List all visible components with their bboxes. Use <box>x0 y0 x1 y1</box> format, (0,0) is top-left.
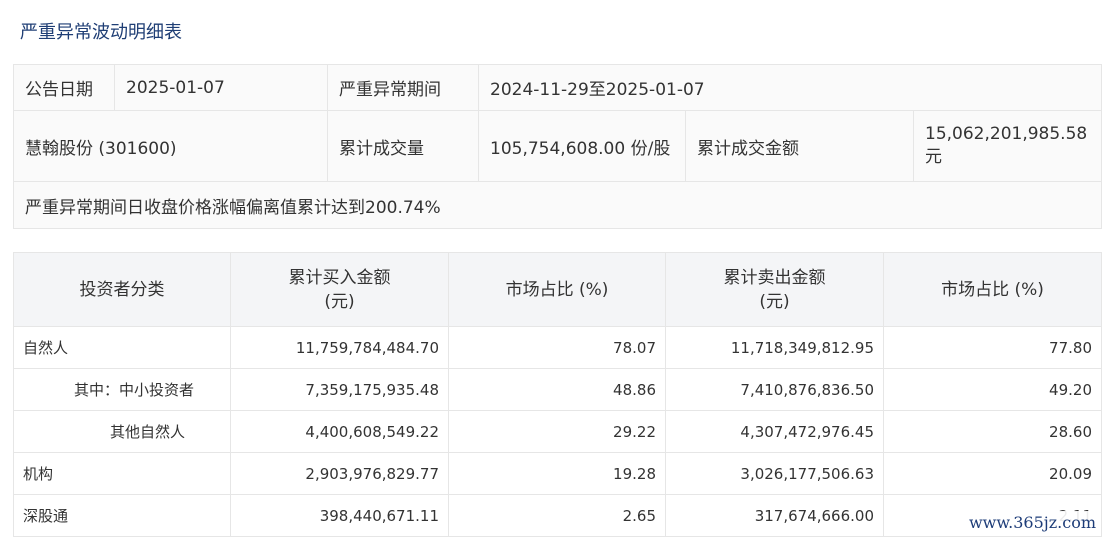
investor-type: 深股通 <box>13 494 231 537</box>
header-buy-amount: 累计买入金额 (元) <box>230 252 449 327</box>
investor-type: 机构 <box>13 452 231 495</box>
amount-value: 15,062,201,985.58 元 <box>913 110 1102 182</box>
page-title: 严重异常波动明细表 <box>20 22 182 43</box>
header-investor-type: 投资者分类 <box>13 252 231 327</box>
site-watermark: www.365jz.com <box>964 511 1100 534</box>
buy-amount: 7,359,175,935.48 <box>230 368 449 411</box>
detail-table: 投资者分类 累计买入金额 (元) 市场占比 (%) 累计卖出金额 (元) 市场占… <box>13 252 1102 537</box>
buy-share: 19.28 <box>448 452 666 495</box>
sell-amount: 3,026,177,506.63 <box>665 452 884 495</box>
amount-label: 累计成交金额 <box>685 110 914 182</box>
header-sell-share: 市场占比 (%) <box>883 252 1102 327</box>
investor-type: 其他自然人 <box>13 410 231 453</box>
detail-header-row: 投资者分类 累计买入金额 (元) 市场占比 (%) 累计卖出金额 (元) 市场占… <box>13 252 1102 327</box>
table-row: 深股通 398,440,671.11 2.65 317,674,666.00 2… <box>13 494 1102 537</box>
summary-table: 公告日期 2025-01-07 严重异常期间 2024-11-29至2025-0… <box>13 64 1102 229</box>
buy-share: 29.22 <box>448 410 666 453</box>
header-sell-amount: 累计卖出金额 (元) <box>665 252 884 327</box>
announce-date-label: 公告日期 <box>13 64 115 111</box>
table-row: 机构 2,903,976,829.77 19.28 3,026,177,506.… <box>13 452 1102 495</box>
buy-amount: 4,400,608,549.22 <box>230 410 449 453</box>
sell-share: 49.20 <box>883 368 1102 411</box>
buy-amount: 2,903,976,829.77 <box>230 452 449 495</box>
header-buy-share: 市场占比 (%) <box>448 252 666 327</box>
summary-row-stock: 慧翰股份 (301600) 累计成交量 105,754,608.00 份/股 累… <box>13 110 1102 182</box>
table-row: 其中：中小投资者 7,359,175,935.48 48.86 7,410,87… <box>13 368 1102 411</box>
table-row: 其他自然人 4,400,608,549.22 29.22 4,307,472,9… <box>13 410 1102 453</box>
buy-share: 48.86 <box>448 368 666 411</box>
sell-amount: 7,410,876,836.50 <box>665 368 884 411</box>
sell-share: 77.80 <box>883 326 1102 369</box>
stock-name: 慧翰股份 (301600) <box>13 110 328 182</box>
summary-row-note: 严重异常期间日收盘价格涨幅偏离值累计达到200.74% <box>13 181 1102 229</box>
buy-share: 78.07 <box>448 326 666 369</box>
period-value: 2024-11-29至2025-01-07 <box>478 64 1102 111</box>
sell-amount: 317,674,666.00 <box>665 494 884 537</box>
period-label: 严重异常期间 <box>327 64 479 111</box>
buy-share: 2.65 <box>448 494 666 537</box>
sell-amount: 4,307,472,976.45 <box>665 410 884 453</box>
investor-type: 其中：中小投资者 <box>13 368 231 411</box>
sell-share: 20.09 <box>883 452 1102 495</box>
investor-type: 自然人 <box>13 326 231 369</box>
table-row: 自然人 11,759,784,484.70 78.07 11,718,349,8… <box>13 326 1102 369</box>
deviation-note: 严重异常期间日收盘价格涨幅偏离值累计达到200.74% <box>13 181 1102 229</box>
volume-label: 累计成交量 <box>327 110 479 182</box>
buy-amount: 11,759,784,484.70 <box>230 326 449 369</box>
sell-share: 28.60 <box>883 410 1102 453</box>
announce-date-value: 2025-01-07 <box>114 64 328 111</box>
summary-row-date: 公告日期 2025-01-07 严重异常期间 2024-11-29至2025-0… <box>13 64 1102 111</box>
buy-amount: 398,440,671.11 <box>230 494 449 537</box>
sell-amount: 11,718,349,812.95 <box>665 326 884 369</box>
volume-value: 105,754,608.00 份/股 <box>478 110 686 182</box>
